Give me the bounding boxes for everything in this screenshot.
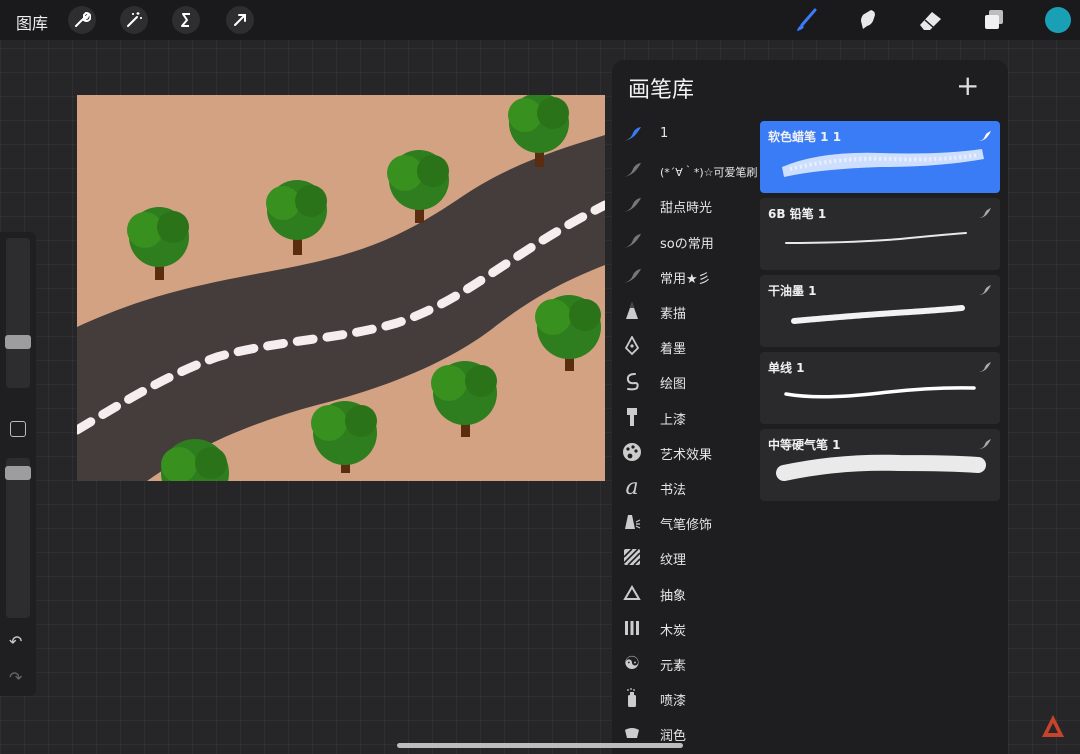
wrench-icon[interactable] <box>68 6 96 34</box>
undo-arrow-icon[interactable]: ↶ <box>9 632 22 651</box>
category-item[interactable]: 着墨 <box>612 331 762 361</box>
category-item[interactable]: 绘图 <box>612 366 762 396</box>
category-item[interactable]: (*´∀｀*)☆可爱笔刷 <box>612 155 762 185</box>
pencil-tip-icon <box>620 299 644 323</box>
brush-stroke-icon <box>620 264 644 288</box>
gallery-button[interactable]: 图库 <box>16 10 48 34</box>
category-item[interactable]: soの常用 <box>612 226 762 256</box>
left-sidebar: ↶ ↷ <box>0 232 36 696</box>
selection-icon[interactable] <box>172 6 200 34</box>
brush-library-panel: 画笔库 + 1 (*´∀｀*)☆可爱笔刷 甜点時光 soの常用 常用★彡 素描 … <box>612 60 1008 754</box>
add-brush-set-button[interactable]: + <box>956 72 979 100</box>
brush-preview <box>776 454 986 481</box>
category-item[interactable]: ☯ 元素 <box>612 648 762 678</box>
brush-preview <box>784 386 976 399</box>
brush-size-thumb[interactable] <box>5 335 31 349</box>
brush-preview <box>785 232 967 244</box>
category-item[interactable]: 常用★彡 <box>612 261 762 291</box>
triangle-icon <box>620 581 644 605</box>
canvas-artwork <box>77 95 605 481</box>
eraser-icon[interactable] <box>916 6 944 34</box>
brush-item[interactable]: 单线 1 <box>760 352 1000 424</box>
brush-item[interactable]: 6B 铅笔 1 <box>760 198 1000 270</box>
curve-icon <box>620 369 644 393</box>
app-logo-icon <box>1040 713 1066 743</box>
category-item[interactable]: 木炭 <box>612 613 762 643</box>
category-item[interactable]: 纹理 <box>612 542 762 572</box>
pen-nib-icon <box>620 334 644 358</box>
texture-icon <box>620 545 644 569</box>
panel-title: 画笔库 <box>628 78 695 103</box>
category-item[interactable]: 抽象 <box>612 578 762 608</box>
category-item[interactable]: 气笔修饰 <box>612 507 762 537</box>
transform-arrow-icon[interactable] <box>226 6 254 34</box>
brush-stroke-icon <box>620 122 644 146</box>
brush-item[interactable]: 中等硬气笔 1 <box>760 429 1000 501</box>
category-item[interactable]: 1 <box>612 119 762 149</box>
opacity-thumb[interactable] <box>5 466 31 480</box>
category-item[interactable]: 上漆 <box>612 402 762 432</box>
brush-stroke-icon <box>620 229 644 253</box>
top-toolbar: 图库 <box>0 0 1080 40</box>
redo-arrow-icon[interactable]: ↷ <box>9 668 22 687</box>
charcoal-icon <box>620 616 644 640</box>
airbrush-icon <box>620 510 644 534</box>
category-item[interactable]: 喷漆 <box>612 683 762 713</box>
category-item[interactable]: a 书法 <box>612 472 762 502</box>
magic-wand-icon[interactable] <box>120 6 148 34</box>
brush-icon[interactable] <box>792 6 820 34</box>
drawing-canvas[interactable] <box>77 95 605 481</box>
brush-item-selected[interactable]: 软色蜡笔 1 1 <box>760 121 1000 193</box>
category-item[interactable]: 甜点時光 <box>612 190 762 220</box>
paint-brush-icon <box>620 405 644 429</box>
category-item[interactable]: 素描 <box>612 296 762 326</box>
modify-button[interactable] <box>10 421 26 437</box>
calligraphy-icon: a <box>625 474 639 500</box>
category-item[interactable]: 艺术效果 <box>612 437 762 467</box>
opacity-slider[interactable] <box>5 458 31 618</box>
home-indicator[interactable] <box>397 743 683 748</box>
brush-preview <box>782 149 984 177</box>
spray-can-icon <box>620 686 644 710</box>
brush-stroke-icon <box>620 158 644 182</box>
yin-yang-icon: ☯ <box>623 652 641 674</box>
layers-icon[interactable] <box>980 6 1008 34</box>
palette-icon <box>620 440 644 464</box>
color-picker-button[interactable] <box>1045 7 1071 33</box>
brush-size-slider[interactable] <box>5 238 31 388</box>
brush-item[interactable]: 干油墨 1 <box>760 275 1000 347</box>
brush-stroke-icon <box>620 193 644 217</box>
blend-icon <box>620 721 644 745</box>
brush-preview <box>791 305 965 324</box>
smudge-icon[interactable] <box>854 6 882 34</box>
